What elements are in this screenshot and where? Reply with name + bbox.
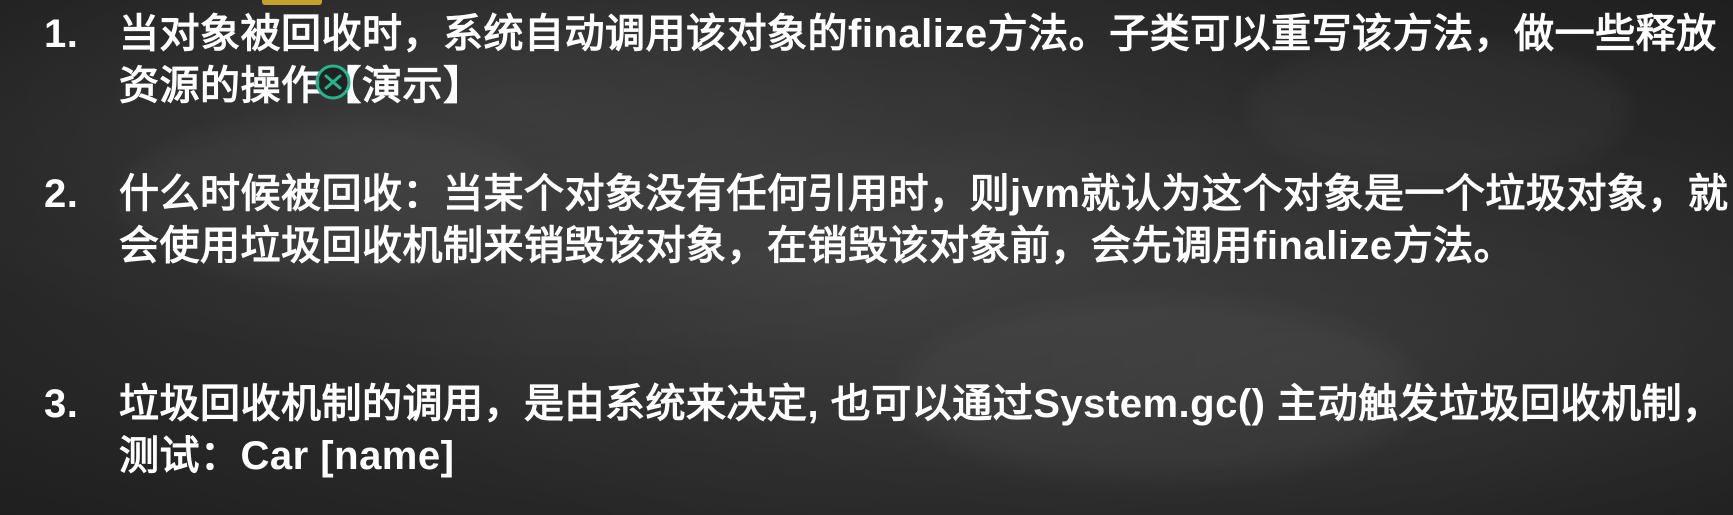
list-item-number: 3. bbox=[44, 382, 79, 426]
list-item-number: 1. bbox=[44, 12, 79, 56]
list-item-text: 什么时候被回收：当某个对象没有任何引用时，则jvm就认为这个对象是一个垃圾对象，… bbox=[119, 172, 1729, 268]
list-item-text: 当对象被回收时，系统自动调用该对象的finalize方法。子类可以重写该方法，做… bbox=[119, 12, 1717, 108]
list-item-number: 2. bbox=[44, 172, 79, 216]
list-item-text: 垃圾回收机制的调用，是由系统来决定, 也可以通过System.gc() 主动触发… bbox=[119, 382, 1723, 478]
top-accent-bar bbox=[262, 0, 322, 5]
cursor-icon bbox=[315, 64, 351, 100]
